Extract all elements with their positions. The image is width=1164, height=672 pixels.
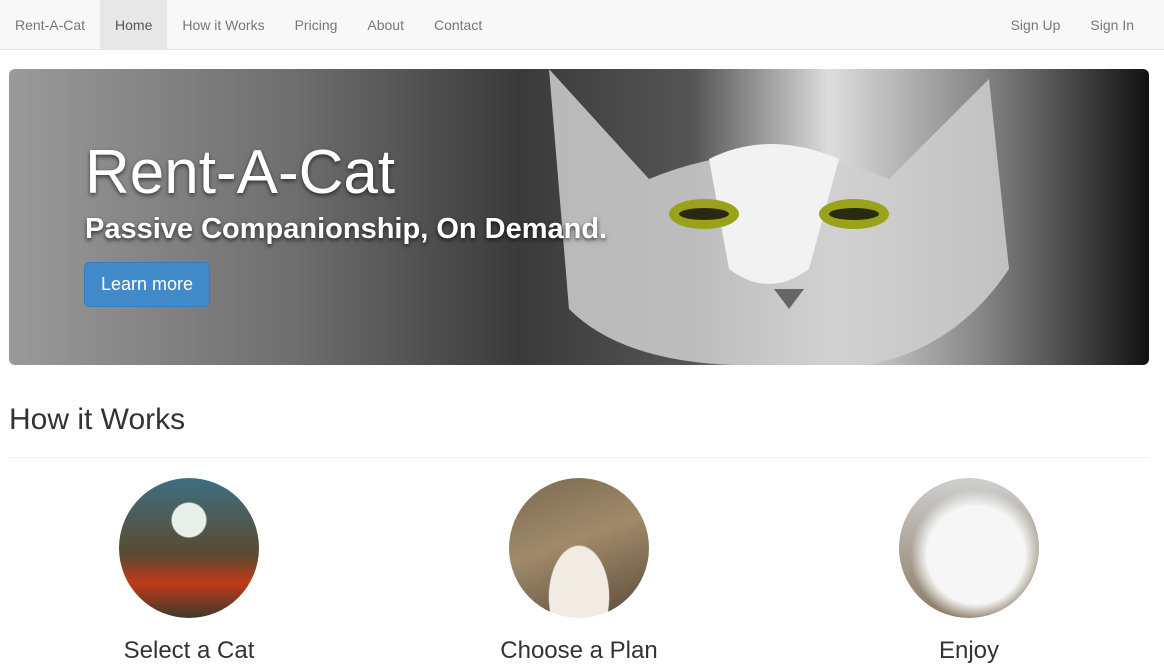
hero-title: Rent-A-Cat xyxy=(85,138,396,207)
hero-jumbotron: Rent-A-Cat Passive Companionship, On Dem… xyxy=(9,69,1149,365)
step-label: Select a Cat xyxy=(123,637,255,664)
section-title: How it Works xyxy=(9,403,186,436)
nav-about[interactable]: About xyxy=(352,0,419,49)
step-enjoy: Enjoy xyxy=(819,478,1119,665)
step-image xyxy=(899,478,1039,618)
nav-contact[interactable]: Contact xyxy=(419,0,497,49)
step-image xyxy=(119,478,259,618)
step-select-cat: Select a Cat xyxy=(39,478,339,665)
nav-home[interactable]: Home xyxy=(100,0,168,49)
step-choose-plan: Choose a Plan xyxy=(429,478,729,665)
step-image xyxy=(509,478,649,618)
divider xyxy=(9,457,1149,458)
navbar: Rent-A-Cat Home How it Works Pricing Abo… xyxy=(0,0,1164,50)
learn-more-button[interactable]: Learn more xyxy=(84,262,210,307)
step-label: Choose a Plan xyxy=(500,637,658,664)
step-label: Enjoy xyxy=(938,637,1000,664)
nav-sign-in[interactable]: Sign In xyxy=(1075,0,1164,49)
nav-pricing[interactable]: Pricing xyxy=(280,0,353,49)
nav-sign-up[interactable]: Sign Up xyxy=(996,0,1076,49)
nav-how-it-works[interactable]: How it Works xyxy=(167,0,279,49)
hero-subtitle: Passive Companionship, On Demand. xyxy=(85,213,608,245)
brand-link[interactable]: Rent-A-Cat xyxy=(0,0,100,49)
